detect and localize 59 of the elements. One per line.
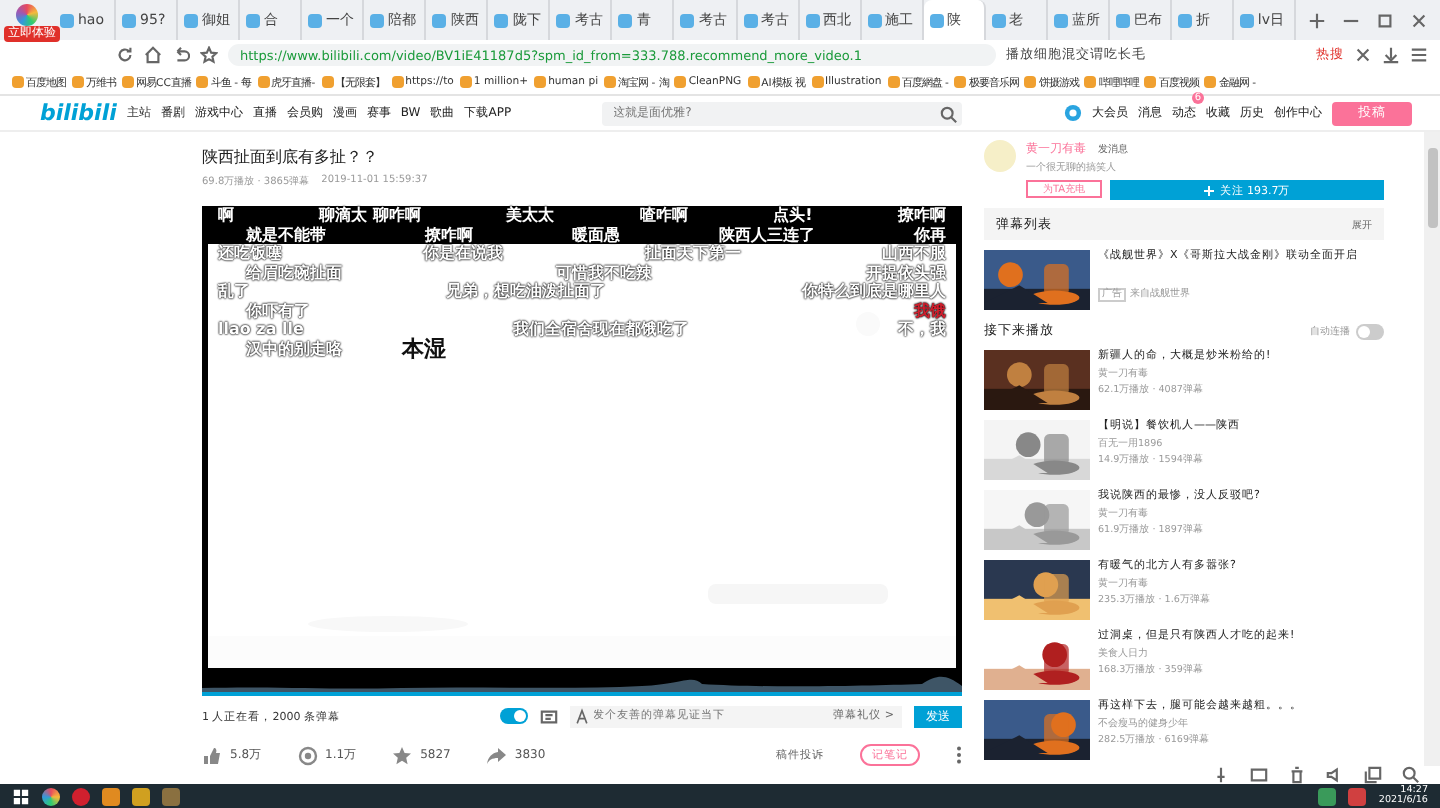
video-player[interactable]: 啊 聊滴太 聊咋啊 美太太 喳咋啊 点头! 撩咋啊 就是不能带 撩咋啊 暖面愚 陕西人三连了 你再 还吃饭噻 你是在说我 扯面天下第一 山西不服 给眉吃碗扯面 可惜我不吃辣 开提依头强 乱了 兄弟，想吃油泼扯面了 你特么到底是哪里人 你吓有了 我饿 llao za lle 我们全宿舍现在都饿吃了 不，我 汉中的别走咯 本湿: [202, 206, 962, 697]
danmaku-comment: 你是在说我: [423, 243, 504, 265]
download-icon[interactable]: [1382, 46, 1400, 64]
refresh-icon[interactable]: [116, 46, 134, 64]
danmaku-toggle[interactable]: [499, 708, 528, 725]
close-icon[interactable]: [1410, 11, 1428, 29]
danmaku-comment: 不，我: [897, 319, 946, 341]
danmaku-comment: 可惜我不吃辣: [556, 261, 652, 284]
danmaku-comment: 你特么到底是哪里人: [802, 281, 946, 302]
zoom-icon[interactable]: [1402, 766, 1420, 784]
text-style-icon[interactable]: [569, 705, 594, 728]
danmaku-comment: 美太太: [506, 204, 555, 227]
more-menu-icon[interactable]: [956, 746, 962, 764]
danmaku-comment: 点头!: [773, 204, 813, 227]
star-icon[interactable]: [200, 46, 218, 64]
danmaku-comment: 你吓有了: [246, 301, 310, 322]
danmaku-comment: 就是不能带: [246, 223, 326, 244]
share-icon[interactable]: [486, 745, 507, 765]
menu-icon[interactable]: [1410, 46, 1428, 64]
danmaku-comment: 你再: [914, 223, 946, 244]
thumbs-up-icon[interactable]: [202, 745, 222, 765]
danmaku-comment: 汉中的别走咯: [246, 337, 342, 360]
danmaku-comment: 还吃饭噻: [218, 243, 282, 264]
scrollbar[interactable]: [1424, 132, 1440, 766]
trash-icon[interactable]: [1288, 766, 1306, 784]
window-icon[interactable]: [1250, 766, 1268, 784]
windows-start-icon[interactable]: [12, 787, 30, 805]
browser-app-icon[interactable]: [42, 787, 60, 805]
copy-icon[interactable]: [1364, 766, 1382, 784]
danmaku-comment: 给眉吃碗扯面: [246, 262, 342, 284]
maximize-icon[interactable]: [1376, 11, 1394, 29]
danmaku-comment: 撩咋啊: [425, 223, 473, 244]
danmaku-comment: 撩咋啊: [897, 204, 946, 227]
new-tab-icon[interactable]: [1308, 11, 1326, 29]
speaker-icon[interactable]: [1326, 766, 1344, 784]
video-title: 陕西扯面到底有多扯？？: [202, 146, 380, 168]
music-app-icon[interactable]: [72, 787, 90, 805]
browser-logo-icon[interactable]: [16, 4, 38, 26]
plus-icon: [1203, 185, 1214, 195]
autoplay-toggle[interactable]: [1356, 323, 1384, 339]
star-icon[interactable]: [392, 745, 413, 765]
danmaku-comment: 山西不服: [881, 243, 946, 265]
danmaku-comment: 乱了: [218, 280, 250, 303]
danmaku-comment: 聊滴太 聊咋啊: [319, 204, 421, 226]
danmaku-comment: 本湿: [402, 333, 446, 364]
coin-icon[interactable]: [297, 745, 318, 765]
danmaku-comment: llao za lle: [218, 320, 304, 339]
danmaku-comment: 我们全宿舍现在都饿吃了: [512, 318, 689, 341]
danmaku-settings-icon[interactable]: [539, 707, 558, 726]
danmaku-comment: 暖面愚: [572, 223, 620, 246]
undo-icon[interactable]: [172, 46, 190, 64]
home-icon[interactable]: [144, 46, 162, 64]
danmaku-comment: 兄弟，想吃油泼扯面了: [446, 280, 606, 303]
danmaku-comment: 啊: [218, 204, 234, 227]
danmaku-comment: 我饿: [914, 300, 946, 320]
pin-icon[interactable]: [1212, 766, 1230, 784]
danmaku-comment: 开提依头强: [866, 261, 946, 282]
danmaku-comment: 喳咋啊: [639, 204, 688, 227]
danmaku-comment: 陕西人三连了: [719, 223, 815, 244]
